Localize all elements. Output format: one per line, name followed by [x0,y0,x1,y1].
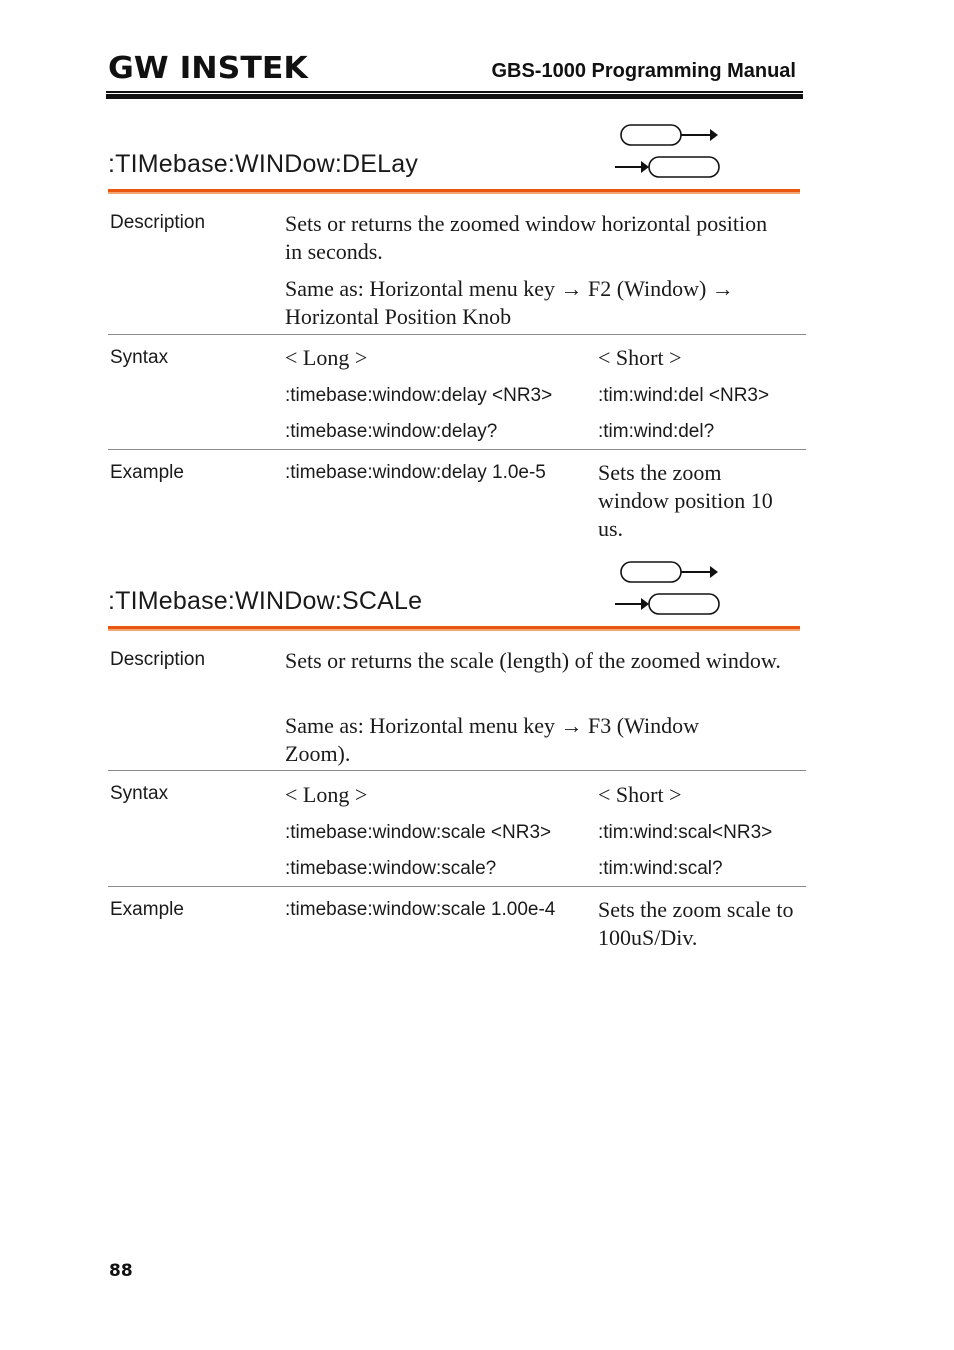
section-rule-shade [108,192,800,194]
description-label: Description [110,212,206,233]
header-rule-thick [106,94,803,99]
query-command-icon [615,156,720,178]
page-number: 88 [109,1261,133,1281]
syntax-short-set: :tim:wind:del <NR3> [598,385,770,406]
example-command: :timebase:window:scale 1.00e-4 [285,899,556,920]
syntax-short-set: :tim:wind:scal<NR3> [598,822,773,843]
row-divider [108,886,806,887]
description-label: Description [110,649,206,670]
syntax-short-header: < Short > [598,345,682,370]
same-as-text: Same as: Horizontal menu key → F3 (Windo… [285,713,699,766]
row-divider [108,334,806,335]
row-divider [108,449,806,450]
set-command-icon [620,561,718,583]
set-command-icon [620,124,718,146]
syntax-short-header: < Short > [598,782,682,807]
example-description: Sets the zoom scale to 100uS/Div. [598,897,794,950]
query-command-icon [615,593,720,615]
example-description: Sets the zoom window position 10 us. [598,460,773,541]
example-label: Example [110,899,184,920]
manual-title: GBS-1000 Programming Manual [491,60,796,82]
syntax-long-header: < Long > [285,782,368,807]
syntax-short-query: :tim:wind:scal? [598,858,723,879]
syntax-short-query: :tim:wind:del? [598,421,715,442]
brand-logo: GW INSTEK [108,51,308,86]
example-label: Example [110,462,184,483]
example-command: :timebase:window:delay 1.0e-5 [285,462,546,483]
section-rule-shade [108,629,800,631]
header-rule [106,91,803,93]
syntax-label: Syntax [110,347,169,368]
syntax-label: Syntax [110,783,169,804]
same-as-text: Same as: Horizontal menu key → F2 (Windo… [285,276,734,329]
description-text: Sets or returns the scale (length) of th… [285,648,781,673]
syntax-long-query: :timebase:window:delay? [285,421,498,442]
command-title: :TIMebase:WINDow:DELay [108,150,419,178]
syntax-long-query: :timebase:window:scale? [285,858,497,879]
syntax-long-header: < Long > [285,345,368,370]
syntax-long-set: :timebase:window:delay <NR3> [285,385,553,406]
description-text: Sets or returns the zoomed window horizo… [285,211,768,264]
command-title: :TIMebase:WINDow:SCALe [108,587,423,615]
syntax-long-set: :timebase:window:scale <NR3> [285,822,552,843]
row-divider [108,770,806,771]
